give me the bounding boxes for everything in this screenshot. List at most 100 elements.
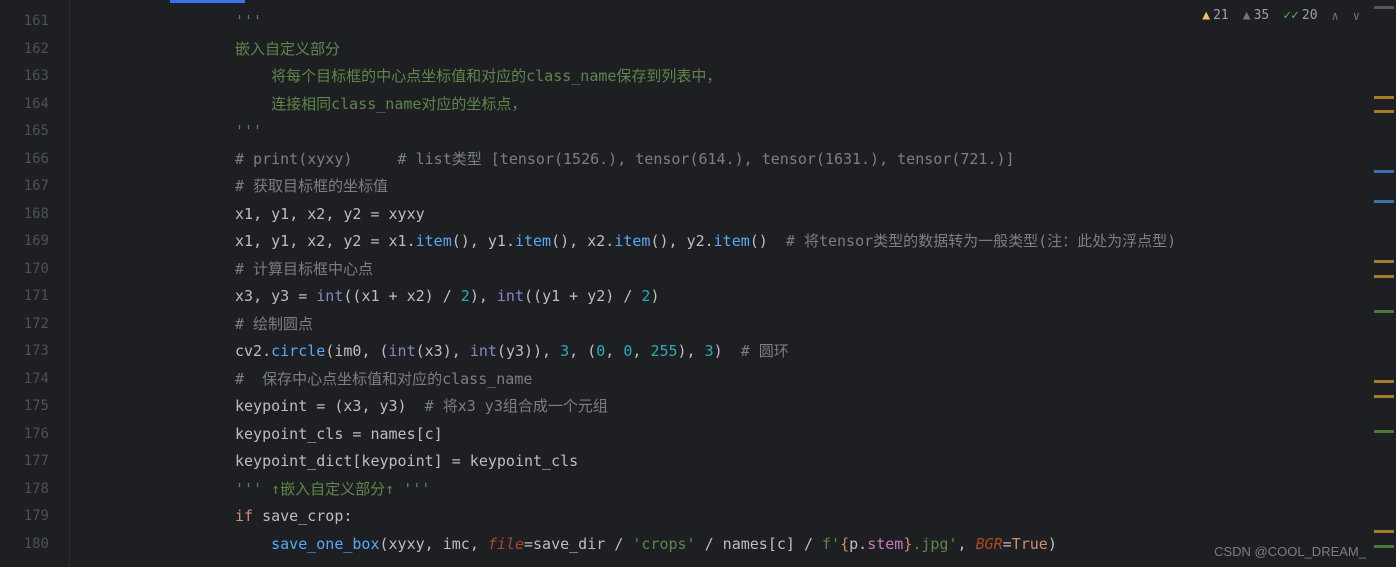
code-token: .jpg' — [912, 535, 957, 553]
code-token: if — [235, 507, 262, 525]
code-editor[interactable]: ''' 嵌入自定义部分 将每个目标框的中心点坐标值和对应的class_name保存… — [170, 0, 1372, 567]
code-token: . — [705, 232, 714, 250]
code-token: x1 — [389, 232, 407, 250]
horizontal-scrollbar[interactable] — [70, 557, 1372, 567]
code-token: , — [289, 232, 307, 250]
code-token: item — [515, 232, 551, 250]
code-line[interactable]: # 保存中心点坐标值和对应的class_name — [170, 366, 1372, 394]
code-token: f' — [822, 535, 840, 553]
code-token: # 将tensor类型的数据转为一般类型(注：此处为浮点型) — [786, 232, 1176, 250]
code-token: xyxy — [389, 205, 425, 223]
code-token: xyxy — [389, 535, 425, 553]
code-token: , — [605, 342, 623, 360]
code-line[interactable]: cv2.circle(im0, (int(x3), int(y3)), 3, (… — [170, 338, 1372, 366]
code-token: keypoint_dict[keypoint] = keypoint_cls — [235, 452, 578, 470]
code-line[interactable]: 将每个目标框的中心点坐标值和对应的class_name保存到列表中， — [170, 63, 1372, 91]
code-token: )), — [524, 342, 560, 360]
code-line[interactable]: keypoint_dict[keypoint] = keypoint_cls — [170, 448, 1372, 476]
code-token: 连接相同class_name对应的坐标点， — [235, 95, 526, 113]
code-line[interactable]: # print(xyxy) # list类型 [tensor(1526.), t… — [170, 146, 1372, 174]
code-line[interactable]: x3, y3 = int((x1 + x2) / 2), int((y1 + y… — [170, 283, 1372, 311]
warnings-gray-item[interactable]: ▲ 35 — [1243, 8, 1269, 23]
fold-gutter[interactable] — [70, 0, 170, 567]
code-token: ), — [678, 342, 705, 360]
typos-item[interactable]: ✓✓ 20 — [1283, 8, 1317, 23]
minimap-marker[interactable] — [1374, 310, 1394, 313]
code-token: y2 — [343, 232, 361, 250]
code-token: circle — [271, 342, 325, 360]
warnings-yellow-item[interactable]: ▲ 21 — [1202, 8, 1228, 23]
line-number: 165 — [0, 118, 69, 146]
code-token: int — [316, 287, 343, 305]
code-token: , — [425, 535, 443, 553]
code-token: () — [750, 232, 786, 250]
code-token: 嵌入自定义部分 — [235, 40, 340, 58]
error-stripe-minimap[interactable] — [1372, 0, 1396, 567]
code-token: ''' — [235, 12, 262, 30]
minimap-marker[interactable] — [1374, 6, 1394, 9]
code-line[interactable]: # 计算目标框中心点 — [170, 256, 1372, 284]
code-token: x1 + x2 — [361, 287, 424, 305]
code-token: file — [488, 535, 524, 553]
code-token: x3 — [235, 287, 253, 305]
code-token: ) / — [605, 287, 641, 305]
code-token: ( — [325, 342, 334, 360]
code-line[interactable]: if save_crop: — [170, 503, 1372, 531]
code-line[interactable]: ''' ↑嵌入自定义部分↑ ''' — [170, 476, 1372, 504]
line-number: 161 — [0, 8, 69, 36]
minimap-marker[interactable] — [1374, 170, 1394, 173]
minimap-marker[interactable] — [1374, 530, 1394, 533]
line-number: 164 — [0, 91, 69, 119]
line-number: 178 — [0, 476, 69, 504]
code-token: , — [325, 232, 343, 250]
code-line[interactable]: ''' — [170, 118, 1372, 146]
code-token: (( — [343, 287, 361, 305]
minimap-marker[interactable] — [1374, 545, 1394, 548]
line-number: 177 — [0, 448, 69, 476]
code-line[interactable]: ''' — [170, 8, 1372, 36]
code-token: y2 — [343, 205, 361, 223]
minimap-marker[interactable] — [1374, 395, 1394, 398]
code-token: (), — [650, 232, 686, 250]
code-token: x2 — [307, 205, 325, 223]
code-token: y1 — [271, 232, 289, 250]
warning-icon: ▲ — [1202, 8, 1210, 23]
code-token: # 圆环 — [741, 342, 789, 360]
code-token: = — [361, 232, 388, 250]
code-line[interactable]: 连接相同class_name对应的坐标点， — [170, 91, 1372, 119]
code-token: , — [253, 232, 271, 250]
next-highlight-button[interactable]: ∨ — [1353, 9, 1360, 23]
code-line[interactable]: keypoint_cls = names[c] — [170, 421, 1372, 449]
minimap-marker[interactable] — [1374, 200, 1394, 203]
minimap-marker[interactable] — [1374, 380, 1394, 383]
code-token: = — [361, 205, 388, 223]
line-number: 179 — [0, 503, 69, 531]
code-token: ) — [1048, 535, 1057, 553]
prev-highlight-button[interactable]: ∧ — [1332, 9, 1339, 23]
code-token: x3 — [425, 342, 443, 360]
code-token: y1 + y2 — [542, 287, 605, 305]
code-token: save_crop: — [262, 507, 352, 525]
code-line[interactable]: # 绘制圆点 — [170, 311, 1372, 339]
code-token: / names[c] / — [696, 535, 822, 553]
code-token: p — [849, 535, 858, 553]
minimap-marker[interactable] — [1374, 96, 1394, 99]
code-token: =save_dir / — [524, 535, 632, 553]
code-token: # 计算目标框中心点 — [235, 260, 373, 278]
code-line[interactable]: keypoint = (x3, y3) # 将x3 y3组合成一个元组 — [170, 393, 1372, 421]
code-token: im0 — [334, 342, 361, 360]
code-token: 3 — [560, 342, 569, 360]
code-line[interactable]: 嵌入自定义部分 — [170, 36, 1372, 64]
code-line[interactable]: x1, y1, x2, y2 = xyxy — [170, 201, 1372, 229]
minimap-marker[interactable] — [1374, 275, 1394, 278]
code-line[interactable]: # 获取目标框的坐标值 — [170, 173, 1372, 201]
minimap-marker[interactable] — [1374, 430, 1394, 433]
code-line[interactable]: x1, y1, x2, y2 = x1.item(), y1.item(), x… — [170, 228, 1372, 256]
code-token: y1 — [488, 232, 506, 250]
code-token: ) — [714, 342, 741, 360]
code-token: y2 — [687, 232, 705, 250]
minimap-marker[interactable] — [1374, 110, 1394, 113]
line-number: 174 — [0, 366, 69, 394]
minimap-marker[interactable] — [1374, 260, 1394, 263]
code-line[interactable]: save_one_box(xyxy, imc, file=save_dir / … — [170, 531, 1372, 559]
